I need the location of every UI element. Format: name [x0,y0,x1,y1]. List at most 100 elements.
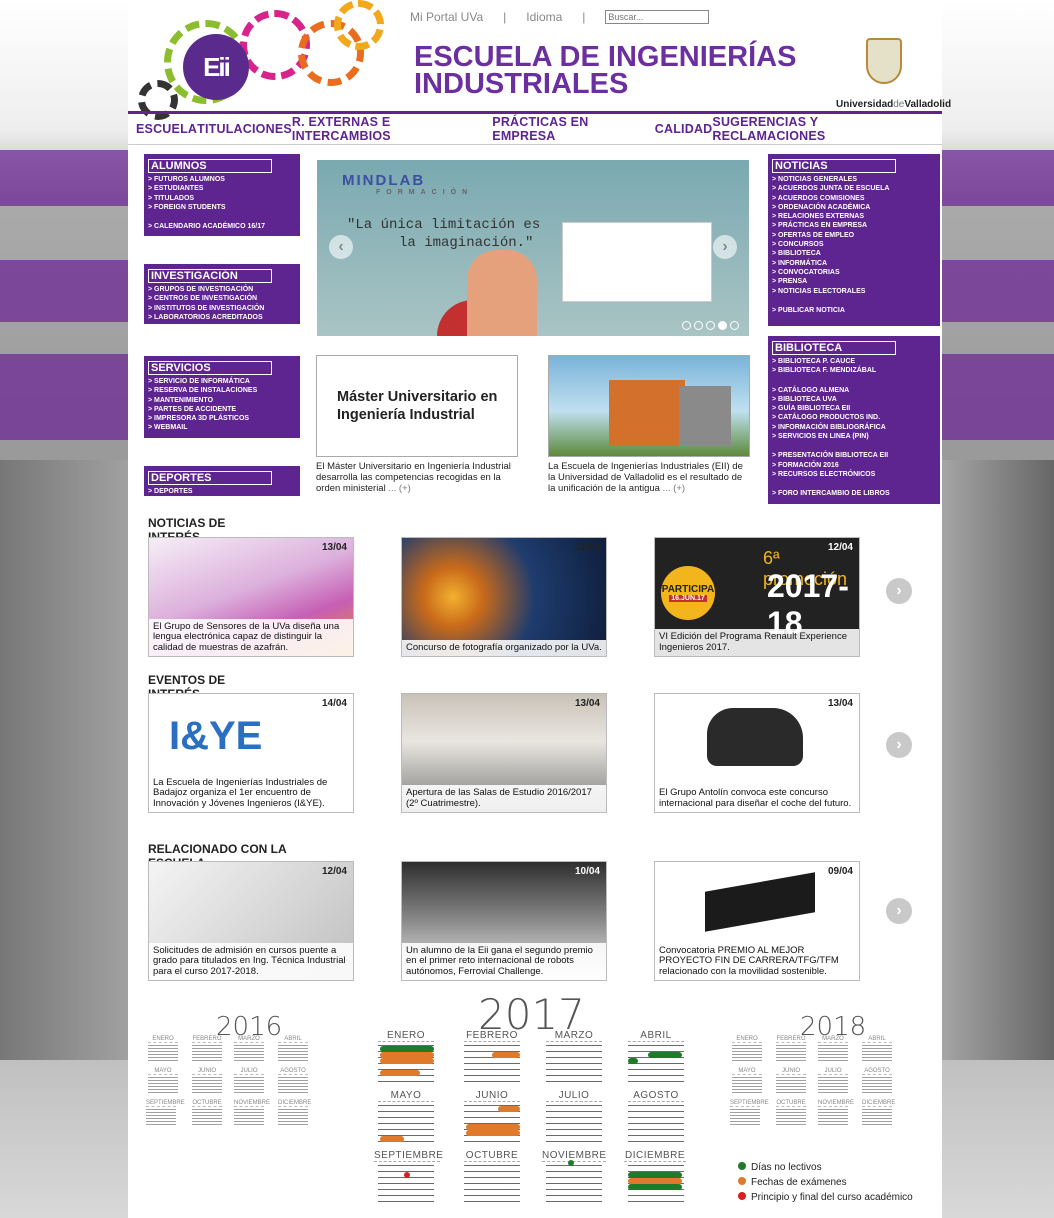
mini-month: ABRIL [862,1036,892,1063]
feature-escuela[interactable]: La Escuela de Ingenierías Industriales (… [548,355,750,494]
menu-item[interactable]: > ACUERDOS COMISIONES [772,194,936,203]
menu-item[interactable]: > FOREIGN STUDENTS [148,203,296,212]
menu-item[interactable]: > PRESENTACIÓN BIBLIOTECA EII [772,451,936,460]
menu-item[interactable]: > ESTUDIANTES [148,184,296,193]
menu-item[interactable]: > INFORMACIÓN BIBLIOGRÁFICA [772,423,936,432]
box-title[interactable]: ALUMNOS [148,159,272,173]
nav-titulaciones[interactable]: TITULACIONES [197,122,292,136]
menu-item[interactable]: > CONVOCATORIAS [772,268,936,277]
menu-item[interactable]: > PRÁCTICAS EN EMPRESA [772,221,936,230]
menu-item[interactable]: > CENTROS DE INVESTIGACIÓN [148,294,296,303]
menu-item[interactable]: > FUTUROS ALUMNOS [148,175,296,184]
box-title[interactable]: NOTICIAS [772,159,896,173]
box-title[interactable]: BIBLIOTECA [772,341,896,355]
slider-next-icon[interactable]: › [713,235,737,259]
menu-item[interactable]: > PRENSA [772,277,936,286]
box-title[interactable]: SERVICIOS [148,361,272,375]
card-caption: Concurso de fotografía organizado por la… [402,639,606,656]
slider-dot[interactable] [730,321,739,330]
mini-month-name: SEPTIEMBRE [146,1100,185,1107]
feature-text: El Máster Universitario en Ingeniería In… [316,461,518,494]
nav-practicas[interactable]: PRÁCTICAS EN EMPRESA [492,115,654,143]
mini-month: AGOSTO [278,1068,308,1095]
mini-month: FEBRERO [776,1036,806,1063]
event-card[interactable]: 14/04 I&YE La Escuela de Ingenierías Ind… [148,693,354,813]
menu-item[interactable]: > ACUERDOS JUNTA DE ESCUELA [772,184,936,193]
menu-item[interactable]: > RESERVA DE INSTALACIONES [148,386,296,395]
menu-item[interactable]: > BIBLIOTECA UVA [772,395,936,404]
mini-month-name: MAYO [148,1068,178,1075]
more-link[interactable]: ... (+) [663,483,685,494]
menu-item[interactable]: > BIBLIOTECA P. CAUCE [772,357,936,366]
menu-item[interactable]: > LABORATORIOS ACREDITADOS [148,313,296,322]
menu-item[interactable]: > WEBMAIL [148,423,296,432]
menu-item[interactable]: > GUÍA BIBLIOTECA EII [772,404,936,413]
menu-item[interactable]: > RELACIONES EXTERNAS [772,212,936,221]
menu-item[interactable]: > PUBLICAR NOTICIA [772,306,936,315]
event-card[interactable]: 13/04 Apertura de las Salas de Estudio 2… [401,693,607,813]
hero-slider[interactable]: MINDLAB FORMACIÓN "La única limitación es… [317,160,749,336]
month-grid [628,1045,684,1083]
menu-item[interactable]: > NOTICIAS GENERALES [772,175,936,184]
menu-item[interactable]: > MANTENIMIENTO [148,396,296,405]
slider-dot[interactable] [694,321,703,330]
nav-escuela[interactable]: ESCUELA [136,122,197,136]
box-title[interactable]: INVESTIGACIÓN [148,269,272,283]
news-card[interactable]: 12/04 6ª promoción 2017-18 PARTICIPA 16.… [654,537,860,657]
news-card[interactable]: 13/04 El Grupo de Sensores de la UVa dis… [148,537,354,657]
site-title[interactable]: ESCUELA DE INGENIERÍAS INDUSTRIALES [414,43,796,99]
slider-dot[interactable] [682,321,691,330]
related-card[interactable]: 09/04 Convocatoria PREMIO AL MEJOR PROYE… [654,861,860,981]
next-arrow-icon[interactable]: › [886,578,912,604]
feature-master[interactable]: Máster Universitario en Ingeniería Indust… [316,355,518,494]
search-input[interactable] [605,10,710,24]
menu-item[interactable]: > TITULADOS [148,194,296,203]
mini-month-name: AGOSTO [278,1068,308,1075]
slider-dot[interactable] [706,321,715,330]
menu-item[interactable]: > ORDENACIÓN ACADÉMICA [772,203,936,212]
slider-dot[interactable] [718,321,727,330]
menu-item[interactable]: > CONCURSOS [772,240,936,249]
idioma-link[interactable]: Idioma [526,10,562,24]
feature-image-line: Ingeniería Industrial [337,407,475,423]
menu-item[interactable]: > CATÁLOGO ALMENA [772,386,936,395]
menu-item[interactable]: > INSTITUTOS DE INVESTIGACIÓN [148,304,296,313]
slider-prev-icon[interactable]: ‹ [329,235,353,259]
menu-item[interactable]: > NOTICIAS ELECTORALES [772,287,936,296]
calendar-legend: Días no lectivos Fechas de exámenes Prin… [738,1160,913,1205]
menu-item[interactable]: > IMPRESORA 3D PLÁSTICOS [148,414,296,423]
uva-name[interactable]: UniversidaddeValladolid [836,99,951,110]
next-arrow-icon[interactable]: › [886,898,912,924]
menu-item[interactable]: > CATÁLOGO PRODUCTOS IND. [772,413,936,422]
related-card[interactable]: 12/04 Solicitudes de admisión en cursos … [148,861,354,981]
menu-item[interactable]: > SERVICIOS EN LINEA (PIN) [772,432,936,441]
menu-item[interactable]: > GRUPOS DE INVESTIGACIÓN [148,285,296,294]
nav-relaciones-externas[interactable]: R. EXTERNAS E INTERCAMBIOS [292,115,492,143]
month-grid [628,1105,684,1143]
related-card[interactable]: 10/04 Un alumno de la Eii gana el segund… [401,861,607,981]
menu-item[interactable]: > FORO INTERCAMBIO DE LIBROS [772,489,936,498]
menu-item[interactable]: > RECURSOS ELECTRÓNICOS [772,470,936,479]
news-card[interactable]: 12/04 Concurso de fotografía organizado … [401,537,607,657]
menu-item[interactable]: > BIBLIOTECA F. MENDIZÁBAL [772,366,936,375]
menu-item[interactable]: > INFORMÁTICA [772,259,936,268]
school-logo[interactable]: Eii [183,34,249,100]
menu-item[interactable]: > DEPORTES [148,487,296,496]
legend-dot-icon [738,1177,746,1185]
nav-sugerencias[interactable]: SUGERENCIAS Y RECLAMACIONES [712,115,934,143]
uva-shield-icon[interactable] [866,38,902,84]
menu-item[interactable]: > CALENDARIO ACADÉMICO 16/17 [148,222,296,231]
event-card[interactable]: 13/04 El Grupo Antolín convoca este conc… [654,693,860,813]
menu-item[interactable]: > OFERTAS DE EMPLEO [772,231,936,240]
more-link[interactable]: ... (+) [388,483,410,494]
menu-item[interactable]: > PARTES DE ACCIDENTE [148,405,296,414]
next-arrow-icon[interactable]: › [886,732,912,758]
menu-item[interactable]: > BIBLIOTECA [772,249,936,258]
feature-image[interactable]: Máster Universitario en Ingeniería Indust… [316,355,518,457]
nav-calidad[interactable]: CALIDAD [655,122,713,136]
menu-item[interactable]: > FORMACIÓN 2016 [772,461,936,470]
feature-image[interactable] [548,355,750,457]
mi-portal-link[interactable]: Mi Portal UVa [410,10,483,24]
box-title[interactable]: DEPORTES [148,471,272,485]
menu-item[interactable]: > SERVICIO DE INFORMÁTICA [148,377,296,386]
